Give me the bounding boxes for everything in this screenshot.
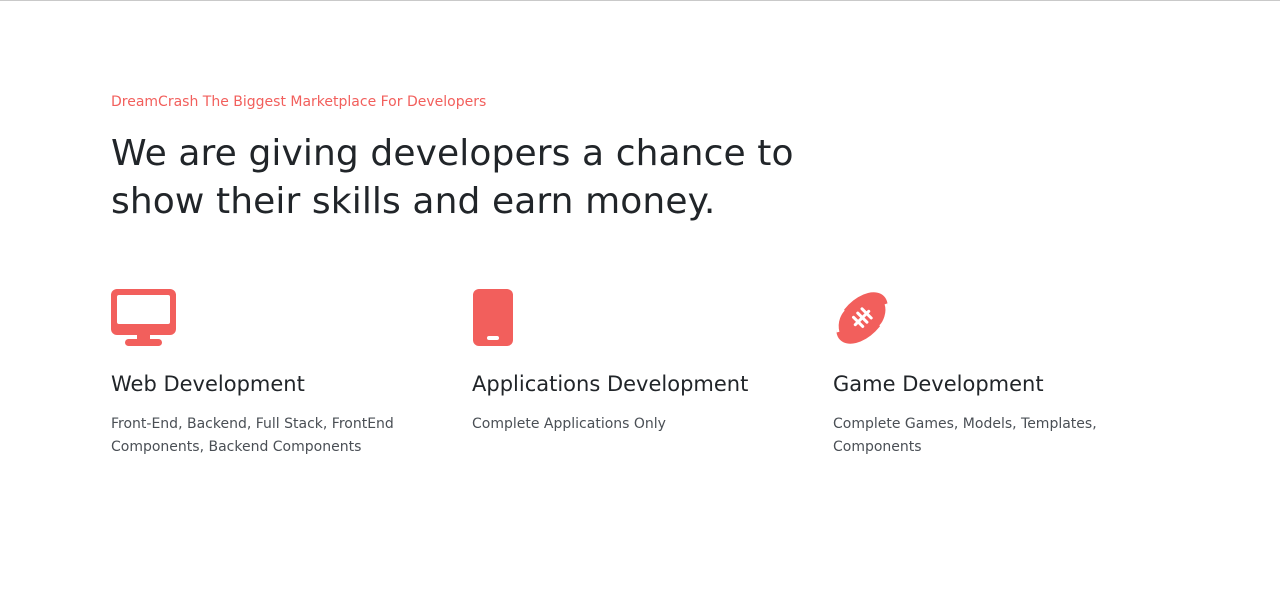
feature-title: Game Development xyxy=(833,372,1044,396)
section-headline: We are giving developers a chance to sho… xyxy=(111,133,794,222)
feature-description: Complete Games, Models, Templates, Compo… xyxy=(833,416,1097,455)
section-eyebrow: DreamCrash The Biggest Marketplace For D… xyxy=(111,94,487,110)
feature-applications-development: Applications Development Complete Applic… xyxy=(472,289,772,432)
feature-web-development: Web Development Front-End, Backend, Full… xyxy=(111,289,411,455)
feature-game-development: Game Development Complete Games, Models,… xyxy=(833,289,1133,455)
mobile-phone-icon xyxy=(472,289,772,347)
features-section: DreamCrash The Biggest Marketplace For D… xyxy=(111,0,1171,590)
football-icon xyxy=(833,289,1133,347)
feature-description: Complete Applications Only xyxy=(472,416,666,432)
feature-title: Web Development xyxy=(111,372,305,396)
desktop-monitor-icon xyxy=(111,289,411,347)
feature-title: Applications Development xyxy=(472,372,749,396)
feature-description: Front-End, Backend, Full Stack, FrontEnd… xyxy=(111,416,394,455)
